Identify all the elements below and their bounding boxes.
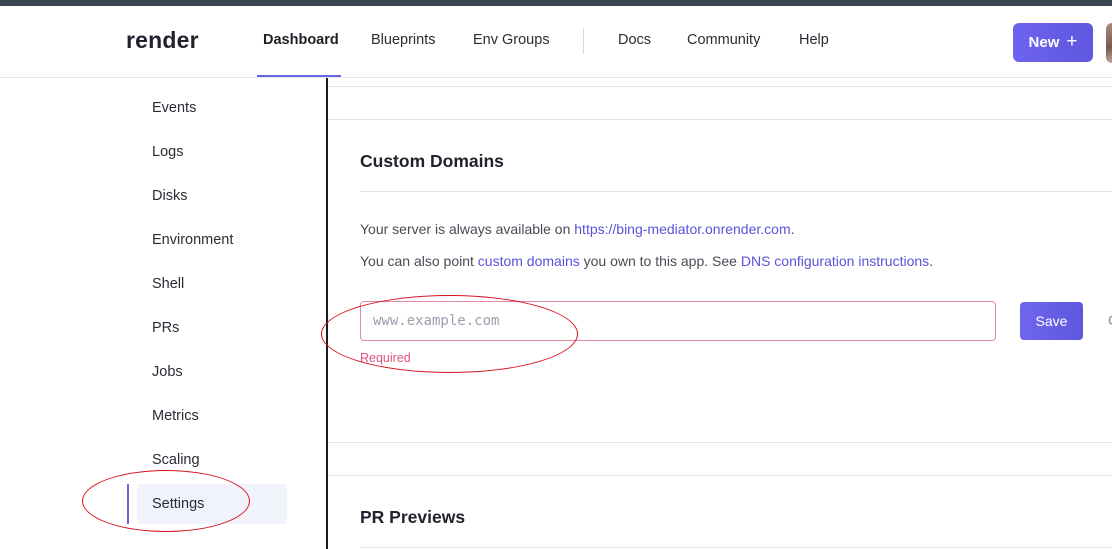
custom-domains-title: Custom Domains <box>360 151 504 171</box>
help-suffix: . <box>929 253 934 269</box>
plus-icon: + <box>1066 31 1078 52</box>
previous-section-edge <box>328 86 1112 87</box>
nav-docs[interactable]: Docs <box>618 32 651 48</box>
custom-domains-link[interactable]: custom domains <box>478 253 580 269</box>
custom-domain-help-text: You can also point custom domains you ow… <box>360 253 933 269</box>
sidebar-item-settings[interactable]: Settings <box>152 496 204 512</box>
sidebar-item-events[interactable]: Events <box>152 100 196 116</box>
nav-active-underline <box>257 75 341 77</box>
default-url-suffix: . <box>790 221 795 237</box>
sidebar-item-scaling[interactable]: Scaling <box>152 452 200 468</box>
sidebar-item-disks[interactable]: Disks <box>152 188 187 204</box>
default-url-text: Your server is always available on https… <box>360 221 795 237</box>
pr-previews-divider <box>360 547 1112 548</box>
section-divider <box>360 191 1112 192</box>
logo[interactable]: render <box>126 27 199 54</box>
sidebar-item-logs[interactable]: Logs <box>152 144 183 160</box>
avatar[interactable] <box>1106 23 1112 63</box>
sidebar-item-environment[interactable]: Environment <box>152 232 233 248</box>
new-button[interactable]: New + <box>1013 23 1093 62</box>
dns-instructions-link[interactable]: DNS configuration instructions <box>741 253 929 269</box>
cancel-button-partial[interactable]: C <box>1108 312 1112 328</box>
pr-previews-title: PR Previews <box>360 507 466 527</box>
required-error: Required <box>360 351 411 365</box>
nav-community[interactable]: Community <box>687 32 760 48</box>
nav-divider <box>583 28 584 54</box>
custom-domain-input[interactable] <box>360 301 996 341</box>
save-button[interactable]: Save <box>1020 302 1083 340</box>
service-url-link[interactable]: https://bing-mediator.onrender.com <box>574 221 790 237</box>
sidebar-item-jobs[interactable]: Jobs <box>152 364 183 380</box>
new-button-label: New <box>1028 34 1060 51</box>
default-url-prefix: Your server is always available on <box>360 221 575 237</box>
nav-dashboard[interactable]: Dashboard <box>263 32 339 48</box>
sidebar-active-indicator <box>127 484 129 524</box>
nav-blueprints[interactable]: Blueprints <box>371 32 435 48</box>
help-prefix: You can also point <box>360 253 478 269</box>
sidebar-item-prs[interactable]: PRs <box>152 320 179 336</box>
nav-help[interactable]: Help <box>799 32 829 48</box>
sidebar-item-metrics[interactable]: Metrics <box>152 408 199 424</box>
sidebar-item-shell[interactable]: Shell <box>152 276 184 292</box>
help-middle: you own to this app. See <box>579 253 741 269</box>
nav-env-groups[interactable]: Env Groups <box>473 32 550 48</box>
top-header: render Dashboard Blueprints Env Groups D… <box>0 6 1112 78</box>
